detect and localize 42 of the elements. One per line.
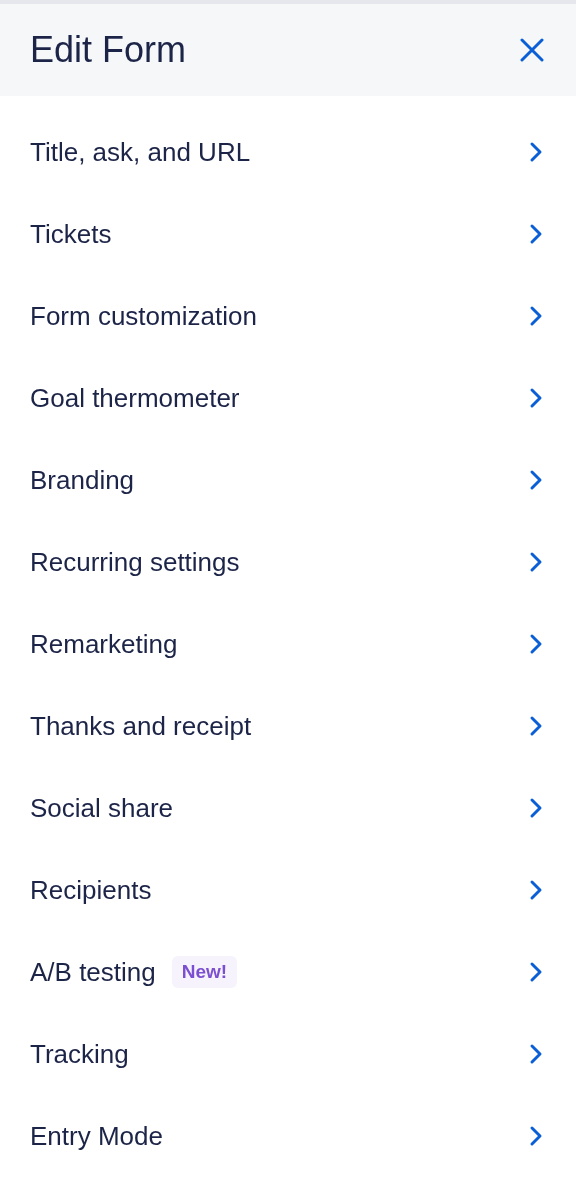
menu-item[interactable]: Tickets [0,193,576,275]
chevron-right-icon [529,961,543,983]
menu-item[interactable]: Branding [0,439,576,521]
chevron-right-icon [529,223,543,245]
menu-item-label: Social share [30,792,174,824]
chevron-right-icon [529,305,543,327]
menu-item[interactable]: Title, ask, and URL [0,111,576,193]
chevron-right-icon [529,633,543,655]
chevron-right-icon [529,1043,543,1065]
chevron-right-icon [529,551,543,573]
menu-item-label: Entry Mode [30,1120,163,1152]
menu-item-label: A/B testing [30,956,156,988]
close-icon [520,38,544,62]
menu-item[interactable]: Recurring settings [0,521,576,603]
chevron-right-icon [529,1125,543,1147]
menu-item-label: Recipients [30,874,152,906]
menu-item[interactable]: Goal thermometer [0,357,576,439]
menu-item[interactable]: Form customization [0,275,576,357]
chevron-right-icon [529,797,543,819]
chevron-right-icon [529,879,543,901]
menu-item-label: Tickets [30,218,112,250]
menu-item-label: Branding [30,464,135,496]
menu-item-label: Goal thermometer [30,382,240,414]
menu-item[interactable]: Entry Mode [0,1095,576,1177]
menu-item[interactable]: Tracking [0,1013,576,1095]
chevron-right-icon [529,715,543,737]
chevron-right-icon [529,469,543,491]
menu-item-label: Remarketing [30,628,178,660]
menu-item-label: Thanks and receipt [30,710,252,742]
chevron-right-icon [529,141,543,163]
menu-item[interactable]: Social share [0,767,576,849]
panel-title: Edit Form [30,29,187,71]
menu-item-label: Tracking [30,1038,129,1070]
menu-item[interactable]: A/B testing New! [0,931,576,1013]
menu-item-label: Recurring settings [30,546,240,578]
chevron-right-icon [529,387,543,409]
new-badge: New! [171,956,238,988]
menu-item[interactable]: Remarketing [0,603,576,685]
menu-item[interactable]: Thanks and receipt [0,685,576,767]
menu-item-label: Form customization [30,300,257,332]
menu-item-label: Title, ask, and URL [30,136,251,168]
menu-item[interactable]: Recipients [0,849,576,931]
